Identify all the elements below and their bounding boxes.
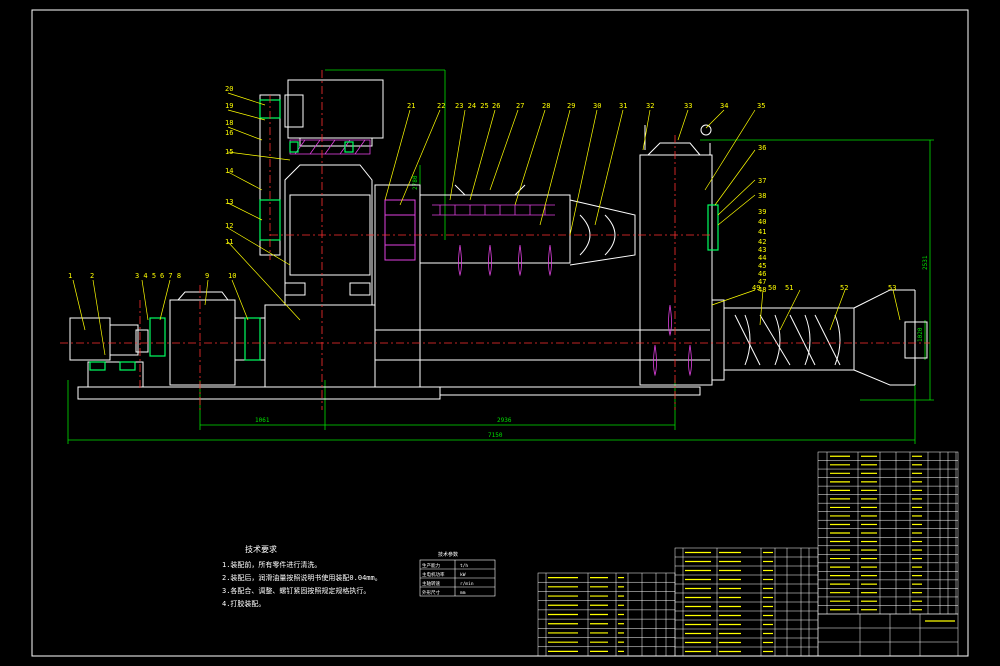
- part-label-27: 27: [516, 102, 524, 110]
- spec-table-title: 技术参数: [438, 551, 458, 558]
- technical-notes: 技术要求 1.装配前，所有零件进行清洗。 2.装配后，润滑油量按照说明书使用装配…: [222, 544, 382, 608]
- part-label-41: 41: [758, 228, 766, 236]
- dimension-lines: [67, 69, 934, 444]
- part-label-232425: 23 24 25: [455, 102, 489, 110]
- parts-list-fill: [548, 455, 955, 653]
- part-label-22: 22: [437, 102, 445, 110]
- note-line-4: 4.打胶装配。: [222, 599, 265, 608]
- part-label-29: 29: [567, 102, 575, 110]
- part-label-36: 36: [758, 144, 766, 152]
- part-label-52: 52: [840, 284, 848, 292]
- spec-row-4-name: 外形尺寸: [422, 589, 440, 596]
- part-label-44: 44: [758, 254, 766, 262]
- part-label-1: 1: [68, 272, 72, 280]
- centerlines: [60, 70, 930, 410]
- part-label-21: 21: [407, 102, 415, 110]
- part-label-37: 37: [758, 177, 766, 185]
- part-label-38: 38: [758, 192, 766, 200]
- part-label-40: 40: [758, 218, 766, 226]
- part-label-45: 45: [758, 262, 766, 270]
- spec-row-1-unit: t/h: [460, 563, 468, 569]
- part-label-33: 33: [684, 102, 692, 110]
- dim-2936: 2936: [497, 417, 512, 424]
- part-label-31: 31: [619, 102, 627, 110]
- part-label-10: 10: [228, 272, 236, 280]
- part-label-16: 16: [225, 129, 233, 137]
- part-label-19: 19: [225, 102, 233, 110]
- part-label-26: 26: [492, 102, 500, 110]
- part-label-18: 18: [225, 119, 233, 127]
- part-label-49: 49: [752, 284, 760, 292]
- section-hatch: [289, 139, 692, 377]
- part-label-30: 30: [593, 102, 601, 110]
- parts-list-table: [537, 451, 959, 657]
- spec-row-2-unit: kW: [460, 572, 466, 578]
- note-line-3: 3.各配合、调整、螺钉紧固按照规定规格执行。: [222, 586, 370, 595]
- part-label-53: 53: [888, 284, 896, 292]
- part-label-9: 9: [205, 272, 209, 280]
- part-label-42: 42: [758, 238, 766, 246]
- note-line-1: 1.装配前，所有零件进行清洗。: [222, 560, 321, 569]
- part-label-32: 32: [646, 102, 654, 110]
- dim-2531: 2531: [922, 255, 929, 270]
- machine-outline: [69, 79, 928, 400]
- part-label-50: 50: [768, 284, 776, 292]
- part-label-13: 13: [225, 198, 233, 206]
- dim-7150: 7150: [488, 432, 503, 439]
- part-label-28: 28: [542, 102, 550, 110]
- part-label-345: 3 4 5: [135, 272, 156, 280]
- part-label-46: 46: [758, 270, 766, 278]
- spec-row-2-name: 主电机功率: [422, 571, 445, 578]
- dim-1061: 1061: [255, 417, 270, 424]
- part-label-15: 15: [225, 148, 233, 156]
- dim-2780: 2780: [412, 175, 419, 190]
- part-label-11: 11: [225, 238, 233, 246]
- feeder-coupling: [384, 199, 416, 261]
- part-label-14: 14: [225, 167, 233, 175]
- part-label-43: 43: [758, 246, 766, 254]
- note-line-2: 2.装配后，润滑油量按照说明书使用装配0.04mm。: [222, 573, 382, 582]
- notes-title: 技术要求: [245, 544, 277, 554]
- spec-row-1-name: 生产能力: [422, 562, 440, 569]
- spec-row-3-unit: r/min: [460, 581, 474, 587]
- part-label-20: 20: [225, 85, 233, 93]
- spec-table: 技术参数 生产能力 t/h 主电机功率 kW 主轴转速 r/min 外形尺寸 m…: [419, 551, 496, 597]
- part-label-2: 2: [90, 272, 94, 280]
- extruder-screw: [579, 214, 841, 366]
- part-label-35: 35: [757, 102, 765, 110]
- dim-1020: 1020: [917, 327, 924, 342]
- part-label-51: 51: [785, 284, 793, 292]
- part-label-12: 12: [225, 222, 233, 230]
- part-label-39: 39: [758, 208, 766, 216]
- leader-lines: [72, 92, 901, 356]
- part-label-678: 6 7 8: [160, 272, 181, 280]
- spec-row-3-name: 主轴转速: [422, 580, 440, 587]
- part-label-34: 34: [720, 102, 728, 110]
- cad-drawing: 1061 2936 7150 2780 2531 1020 20 19 18 1…: [31, 9, 969, 657]
- spec-row-4-unit: mm: [460, 591, 466, 596]
